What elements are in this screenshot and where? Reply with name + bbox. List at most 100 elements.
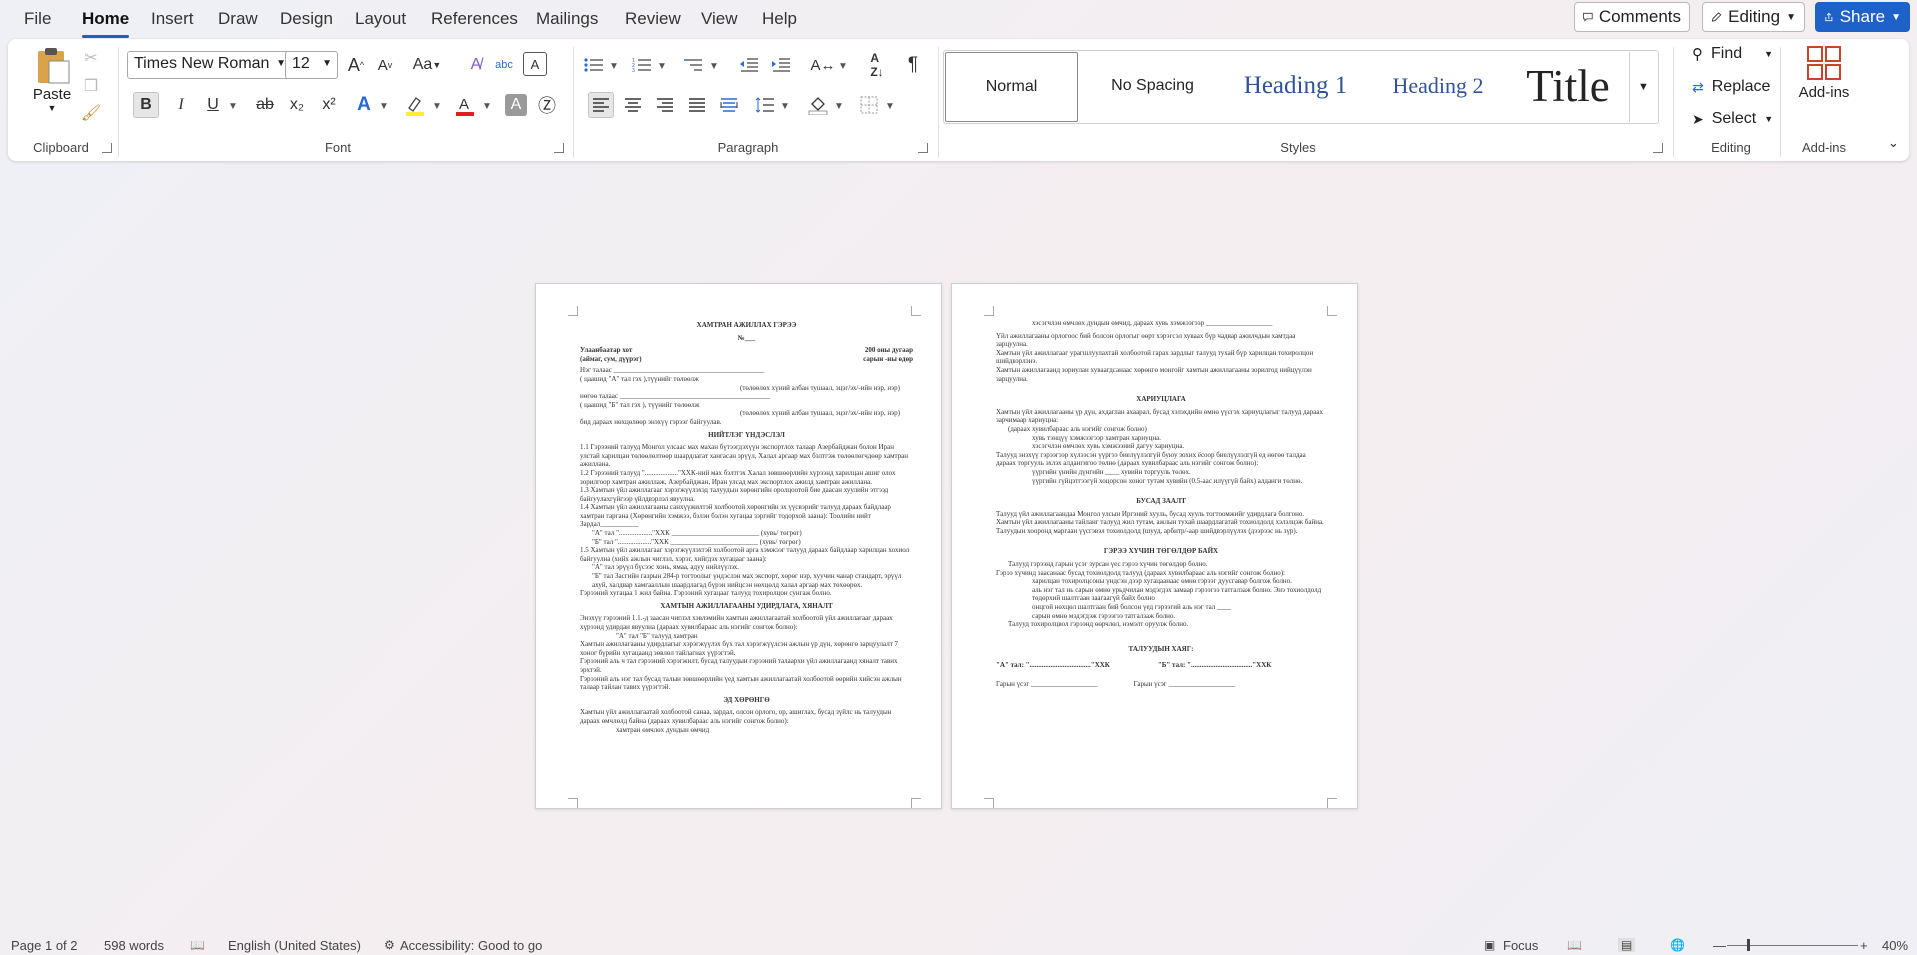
- align-right-button[interactable]: [652, 92, 678, 118]
- share-button[interactable]: Share ▼: [1815, 2, 1910, 32]
- paragraph-launcher-icon[interactable]: [918, 143, 928, 153]
- line-spacing-button[interactable]: [752, 92, 778, 118]
- paste-button[interactable]: Paste ▼: [28, 45, 76, 115]
- zoom-level[interactable]: 40%: [1882, 938, 1908, 953]
- menu-design[interactable]: Design: [280, 9, 333, 29]
- style-no-spacing[interactable]: No Spacing: [1085, 52, 1220, 120]
- web-layout-icon[interactable]: 🌐: [1670, 938, 1685, 952]
- style-heading-2[interactable]: Heading 2: [1368, 52, 1508, 120]
- borders-button[interactable]: [856, 92, 882, 118]
- character-border-icon[interactable]: A: [523, 52, 547, 76]
- editing-mode-button[interactable]: Editing ▼: [1702, 2, 1805, 32]
- bold-button[interactable]: B: [133, 92, 159, 118]
- change-case-button[interactable]: Aa ▼: [410, 52, 444, 78]
- chevron-down-icon[interactable]: ▼: [609, 61, 619, 72]
- party-b-line: нөгөө талаас ___________________________…: [580, 392, 771, 401]
- multilevel-list-icon[interactable]: [681, 52, 707, 78]
- highlight-color-button[interactable]: [402, 92, 428, 118]
- superscript-button[interactable]: x²: [316, 92, 342, 118]
- cut-icon[interactable]: ✂: [78, 45, 104, 71]
- chevron-down-icon[interactable]: ▼: [432, 101, 442, 112]
- menu-references[interactable]: References: [431, 9, 518, 29]
- shrink-font-button[interactable]: Av: [372, 52, 398, 78]
- menu-draw[interactable]: Draw: [218, 9, 258, 29]
- chevron-down-icon: ▼: [1891, 11, 1901, 23]
- text-effects-small-icon[interactable]: abc: [491, 52, 517, 78]
- chevron-down-icon[interactable]: ▼: [885, 101, 895, 112]
- copy-icon[interactable]: ❐: [78, 73, 104, 99]
- print-layout-icon[interactable]: ▤: [1618, 938, 1636, 952]
- replace-button[interactable]: ⇄ Replace: [1692, 78, 1770, 96]
- font-color-button[interactable]: A: [452, 92, 478, 118]
- style-heading-1[interactable]: Heading 1: [1223, 52, 1368, 120]
- strikethrough-button[interactable]: ab: [252, 92, 278, 118]
- accessibility-status[interactable]: Accessibility: Good to go: [400, 938, 542, 953]
- clear-formatting-icon[interactable]: A̸: [463, 52, 489, 78]
- grow-font-button[interactable]: A ^: [343, 52, 369, 78]
- font-launcher-icon[interactable]: [554, 143, 564, 153]
- text-effects-icon[interactable]: A: [351, 92, 377, 118]
- decrease-indent-icon[interactable]: [736, 52, 762, 78]
- style-normal[interactable]: Normal: [945, 52, 1078, 122]
- chevron-down-icon[interactable]: ▼: [780, 101, 790, 112]
- page-count[interactable]: Page 1 of 2: [11, 938, 78, 953]
- clause-dispute: Талуудын хооронд маргаан үүсгэвэл тохиол…: [996, 526, 1298, 535]
- align-center-button[interactable]: [620, 92, 646, 118]
- character-shading-icon[interactable]: A: [505, 94, 527, 116]
- italic-button[interactable]: I: [168, 92, 194, 118]
- clause-term: Гэрээний хугацаа 1 жил байна. Гэрээний х…: [580, 589, 832, 598]
- clipboard-launcher-icon[interactable]: [102, 143, 112, 153]
- subscript-button[interactable]: x₂: [284, 92, 310, 118]
- zoom-slider-thumb[interactable]: [1747, 939, 1750, 951]
- show-formatting-marks-button[interactable]: ¶: [900, 52, 926, 78]
- align-left-button[interactable]: [588, 92, 614, 118]
- chevron-down-icon[interactable]: ▼: [228, 101, 238, 112]
- chevron-down-icon[interactable]: ▼: [834, 101, 844, 112]
- document-page-1[interactable]: ХАМТРАН АЖИЛЛАХ ГЭРЭЭ №___ Улаанбаатар х…: [535, 283, 942, 809]
- collapse-ribbon-icon[interactable]: ⌄: [1888, 135, 1899, 151]
- increase-indent-icon[interactable]: [768, 52, 794, 78]
- sort-icon[interactable]: A Z↓: [864, 51, 890, 79]
- enclose-characters-icon[interactable]: Ⓩ: [534, 92, 560, 118]
- distributed-icon: [720, 98, 738, 112]
- menu-home[interactable]: Home: [82, 9, 130, 38]
- format-painter-icon[interactable]: 🖌: [78, 100, 104, 126]
- font-name-combobox[interactable]: Times New Roman ▼: [127, 51, 292, 79]
- zoom-in-icon[interactable]: +: [1860, 938, 1868, 953]
- menu-insert[interactable]: Insert: [151, 9, 194, 29]
- chevron-down-icon[interactable]: ▼: [657, 61, 667, 72]
- menu-mailings[interactable]: Mailings: [536, 9, 598, 29]
- bullets-icon[interactable]: [581, 52, 607, 78]
- add-ins-button[interactable]: Add-ins: [1790, 45, 1858, 101]
- menu-file[interactable]: File: [24, 9, 51, 29]
- underline-button[interactable]: U: [200, 92, 226, 118]
- find-button[interactable]: ⚲ Find ▼: [1692, 45, 1773, 63]
- justify-button[interactable]: [684, 92, 710, 118]
- styles-launcher-icon[interactable]: [1653, 143, 1663, 153]
- proofing-icon[interactable]: 📖: [190, 938, 205, 952]
- chevron-down-icon[interactable]: ▼: [709, 61, 719, 72]
- menu-layout[interactable]: Layout: [355, 9, 406, 29]
- font-size-combobox[interactable]: 12 ▼: [285, 51, 338, 79]
- distributed-button[interactable]: [716, 92, 742, 118]
- text-direction-icon[interactable]: A↔: [810, 52, 836, 78]
- zoom-out-icon[interactable]: —: [1713, 938, 1726, 953]
- document-page-2[interactable]: хэсэгчлэн өмчлөх дундын өмчид, дараах ху…: [951, 283, 1358, 809]
- select-button[interactable]: ➤ Select ▼: [1692, 110, 1773, 128]
- menu-view[interactable]: View: [701, 9, 738, 29]
- read-mode-icon[interactable]: 📖: [1567, 938, 1582, 952]
- style-title[interactable]: Title: [1508, 52, 1628, 120]
- menu-review[interactable]: Review: [625, 9, 681, 29]
- styles-more-button[interactable]: ▼: [1629, 52, 1657, 122]
- language[interactable]: English (United States): [228, 938, 361, 953]
- chevron-down-icon[interactable]: ▼: [838, 61, 848, 72]
- word-count[interactable]: 598 words: [104, 938, 164, 953]
- chevron-down-icon[interactable]: ▼: [482, 101, 492, 112]
- chevron-down-icon[interactable]: ▼: [379, 101, 389, 112]
- numbering-icon[interactable]: 123: [629, 52, 655, 78]
- shading-button[interactable]: [805, 92, 831, 118]
- comments-button[interactable]: Comments: [1574, 2, 1690, 32]
- menu-help[interactable]: Help: [762, 9, 797, 29]
- focus-button[interactable]: Focus: [1503, 938, 1538, 953]
- find-label: Find: [1711, 45, 1743, 62]
